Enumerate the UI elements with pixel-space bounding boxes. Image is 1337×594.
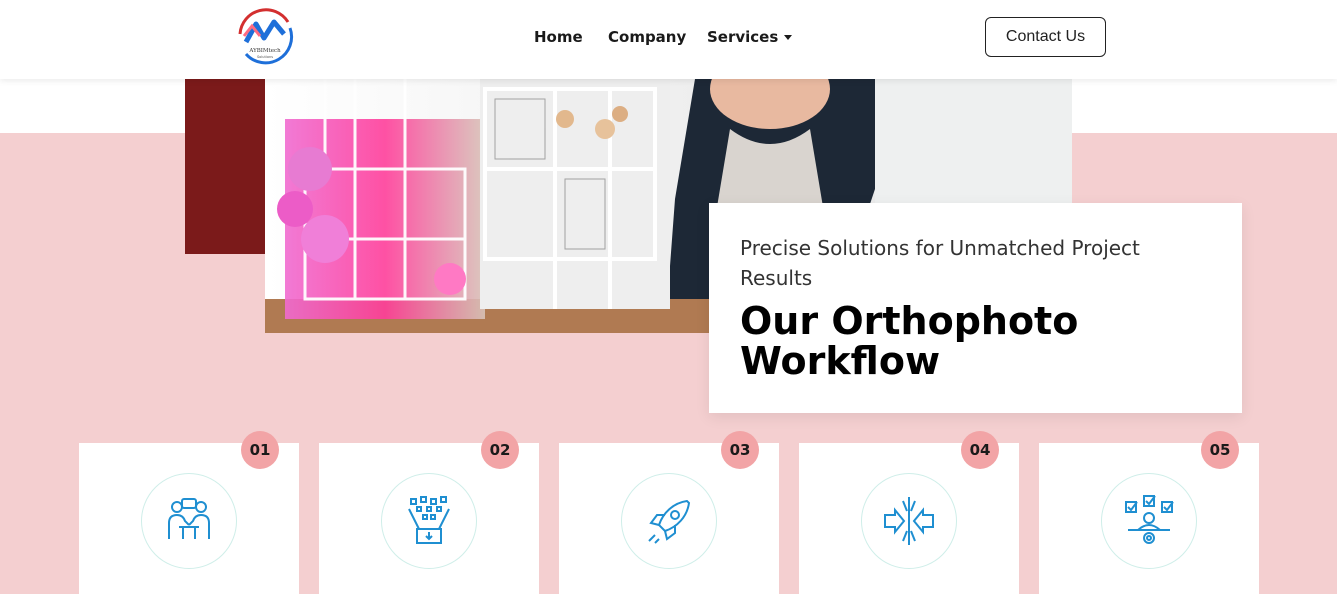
nav-services-label: Services <box>707 28 779 46</box>
data-collection-icon <box>408 496 450 544</box>
section-title: Our Orthophoto Workflow <box>740 299 1079 383</box>
step-card-4: 04 <box>799 431 1019 594</box>
step-icon-ring <box>141 473 237 569</box>
workflow-intro-card: Precise Solutions for Unmatched Project … <box>709 203 1242 413</box>
step-card-5: 05 <box>1039 431 1259 594</box>
step-card-2: 02 <box>319 431 539 594</box>
nav-services[interactable]: Services <box>707 28 793 46</box>
step-number-badge: 04 <box>961 431 999 469</box>
step-number-badge: 05 <box>1201 431 1239 469</box>
step-card-3: 03 <box>559 431 779 594</box>
step-icon-ring <box>381 473 477 569</box>
step-number-badge: 01 <box>241 431 279 469</box>
contact-us-button[interactable]: Contact Us <box>985 17 1106 57</box>
nav-company[interactable]: Company <box>608 28 686 46</box>
nav-company-label: Company <box>608 28 687 46</box>
svg-text:AYBIMtech: AYBIMtech <box>248 48 281 54</box>
section-subtitle: Precise Solutions for Unmatched Project … <box>740 236 1140 290</box>
step-number-badge: 03 <box>721 431 759 469</box>
nav-home-label: Home <box>534 28 583 46</box>
svg-text:Solutions: Solutions <box>257 55 273 59</box>
nav-home[interactable]: Home <box>534 28 583 46</box>
maroon-accent-block <box>185 79 265 254</box>
step-icon-ring <box>621 473 717 569</box>
step-card-1: 01 <box>79 431 299 594</box>
chevron-down-icon <box>784 34 793 40</box>
step-icon-ring <box>1101 473 1197 569</box>
logo[interactable]: AYBIMtech Solutions <box>230 4 300 66</box>
focus-converge-icon <box>884 497 934 545</box>
task-management-icon <box>1125 495 1174 544</box>
rocket-launch-icon <box>648 499 691 544</box>
step-icon-ring <box>861 473 957 569</box>
consultation-icon <box>168 498 210 539</box>
logo-icon: AYBIMtech Solutions <box>238 8 294 65</box>
contact-us-label: Contact Us <box>1005 28 1086 45</box>
site-header: AYBIMtech Solutions Home Company Service… <box>0 0 1337 79</box>
step-number-badge: 02 <box>481 431 519 469</box>
